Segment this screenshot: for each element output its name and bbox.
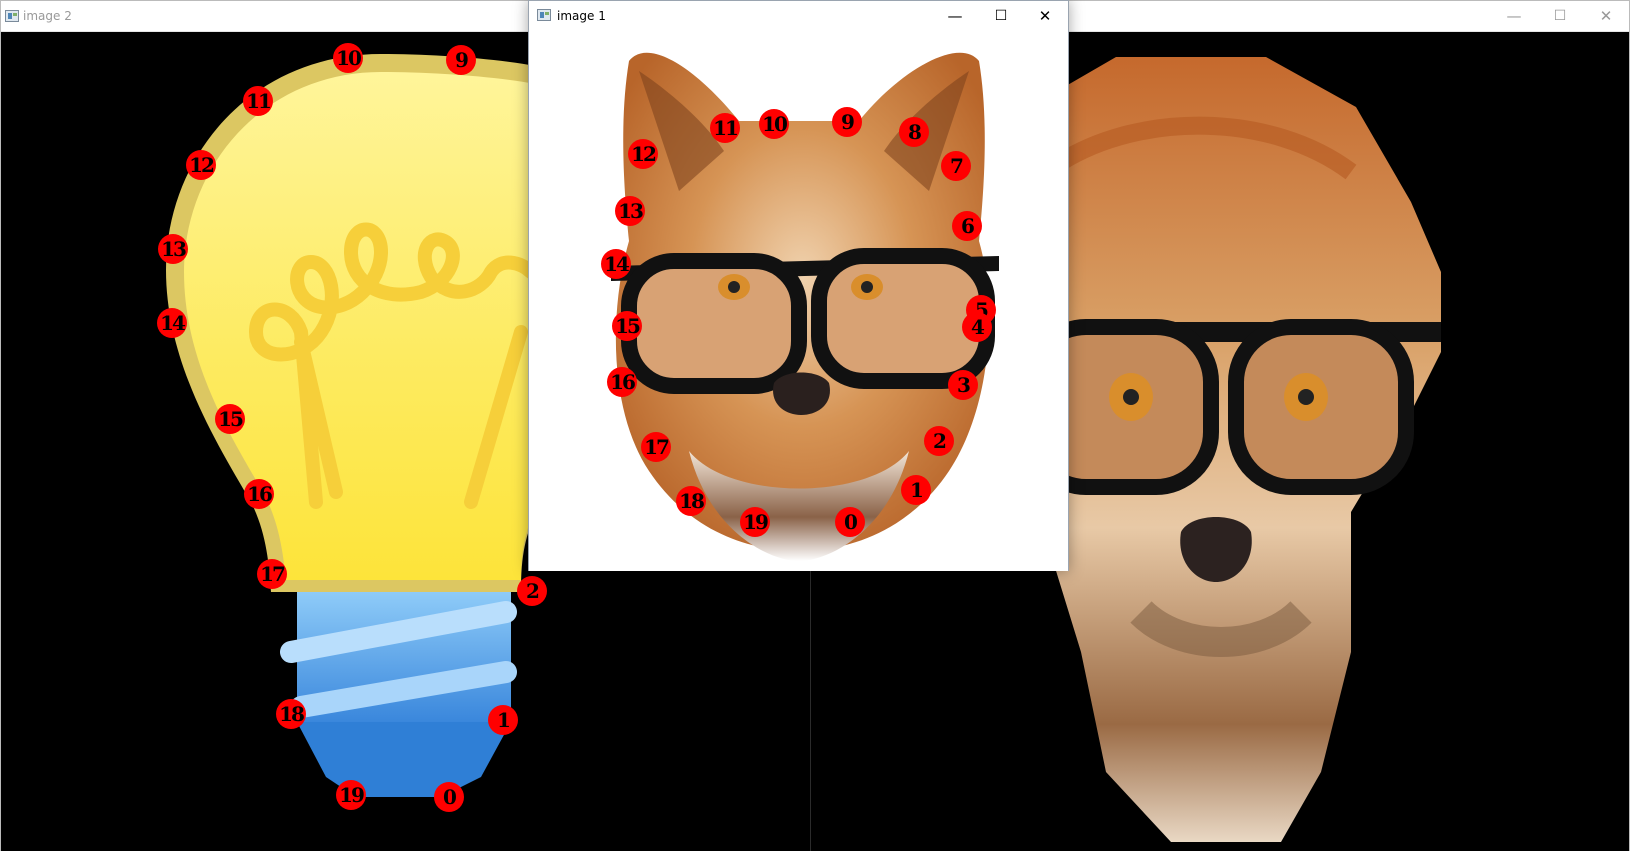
landmark-marker: 7 — [941, 151, 971, 181]
app-icon — [5, 10, 19, 22]
landmark-marker: 15 — [612, 311, 642, 341]
landmark-marker: 2 — [924, 426, 954, 456]
landmark-marker: 4 — [962, 312, 992, 342]
landmark-marker: 1 — [488, 705, 518, 735]
close-button[interactable]: ✕ — [1022, 1, 1068, 31]
image1-window: image 1 — ☐ ✕ 11 10 9 8 12 7 13 6 14 5 1… — [528, 0, 1069, 571]
landmark-marker: 0 — [434, 782, 464, 812]
image1-canvas: 11 10 9 8 12 7 13 6 14 5 15 4 16 3 17 2 … — [529, 31, 1068, 571]
landmark-marker: 18 — [276, 699, 306, 729]
landmark-marker: 18 — [676, 486, 706, 516]
landmark-marker: 11 — [243, 86, 273, 116]
landmark-marker: 15 — [215, 404, 245, 434]
landmark-marker: 13 — [615, 196, 645, 226]
minimize-button[interactable]: — — [932, 1, 978, 31]
image1-title: image 1 — [557, 9, 606, 23]
landmark-marker: 9 — [832, 107, 862, 137]
landmark-marker: 1 — [901, 475, 931, 505]
close-button[interactable]: ✕ — [1583, 1, 1629, 31]
landmark-marker: 14 — [157, 308, 187, 338]
app-icon — [537, 9, 551, 21]
landmark-marker: 16 — [607, 367, 637, 397]
landmark-marker: 17 — [257, 559, 287, 589]
landmark-marker: 16 — [244, 479, 274, 509]
minimize-button[interactable]: — — [1491, 1, 1537, 31]
landmark-marker: 3 — [948, 370, 978, 400]
landmark-marker: 9 — [446, 45, 476, 75]
landmark-marker: 14 — [601, 249, 631, 279]
warped-fox-image — [1021, 57, 1441, 842]
landmark-marker: 0 — [835, 507, 865, 537]
landmark-marker: 12 — [186, 150, 216, 180]
landmark-marker: 11 — [710, 113, 740, 143]
landmark-marker: 12 — [628, 139, 658, 169]
landmark-marker: 17 — [641, 432, 671, 462]
image1-titlebar[interactable]: image 1 — ☐ ✕ — [529, 1, 1068, 31]
landmark-marker: 13 — [158, 234, 188, 264]
landmark-marker: 6 — [952, 211, 982, 241]
image2-title: image 2 — [23, 9, 72, 23]
landmark-marker: 10 — [333, 43, 363, 73]
landmark-marker: 19 — [740, 507, 770, 537]
maximize-button[interactable]: ☐ — [1537, 1, 1583, 31]
landmark-marker: 2 — [517, 576, 547, 606]
maximize-button[interactable]: ☐ — [978, 1, 1024, 31]
landmark-marker: 19 — [336, 780, 366, 810]
landmark-marker: 10 — [759, 109, 789, 139]
landmark-marker: 8 — [899, 117, 929, 147]
